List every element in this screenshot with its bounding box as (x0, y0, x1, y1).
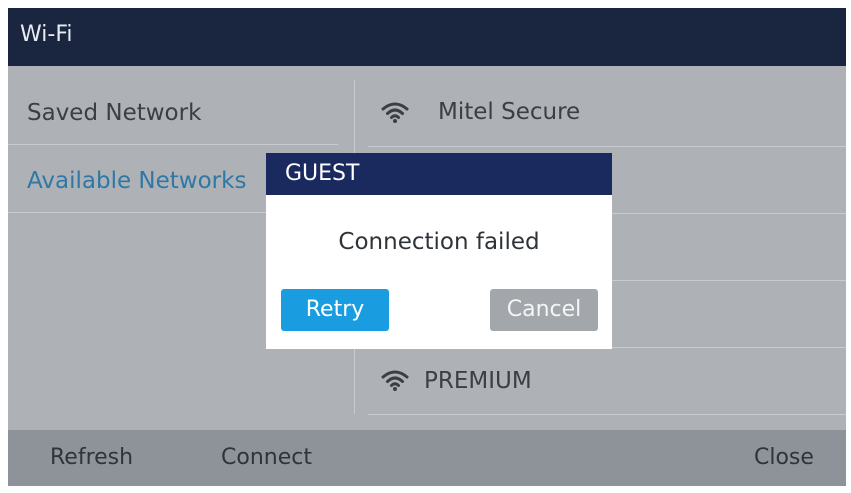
dialog-title: GUEST (285, 161, 360, 186)
sidebar-item-saved-network[interactable]: Saved Network (8, 80, 338, 145)
dialog-message: Connection failed (338, 229, 540, 255)
row-divider (368, 414, 846, 415)
softkey-bar: Refresh Connect Close (8, 430, 846, 486)
cancel-button[interactable]: Cancel (490, 289, 598, 331)
wifi-screen: Wi-Fi Saved Network Available Networks M… (8, 8, 846, 486)
retry-button[interactable]: Retry (281, 289, 389, 331)
title-bar: Wi-Fi (8, 8, 846, 66)
dialog-header: GUEST (266, 153, 612, 195)
sidebar-item-label: Saved Network (27, 100, 202, 126)
connect-button[interactable]: Connect (221, 445, 312, 471)
sidebar-item-label: Available Networks (27, 168, 247, 194)
network-name: PREMIUM (424, 368, 532, 394)
refresh-button[interactable]: Refresh (50, 445, 133, 471)
window-title: Wi-Fi (20, 22, 73, 47)
close-button[interactable]: Close (754, 445, 814, 471)
network-name: Mitel Secure (438, 99, 581, 125)
wifi-icon (381, 370, 409, 391)
wifi-icon (381, 102, 409, 123)
network-list-item[interactable]: PREMIUM (368, 348, 846, 415)
network-list-item[interactable]: Mitel Secure (368, 80, 846, 147)
connection-dialog: GUEST Connection failed Retry Cancel (266, 153, 612, 349)
